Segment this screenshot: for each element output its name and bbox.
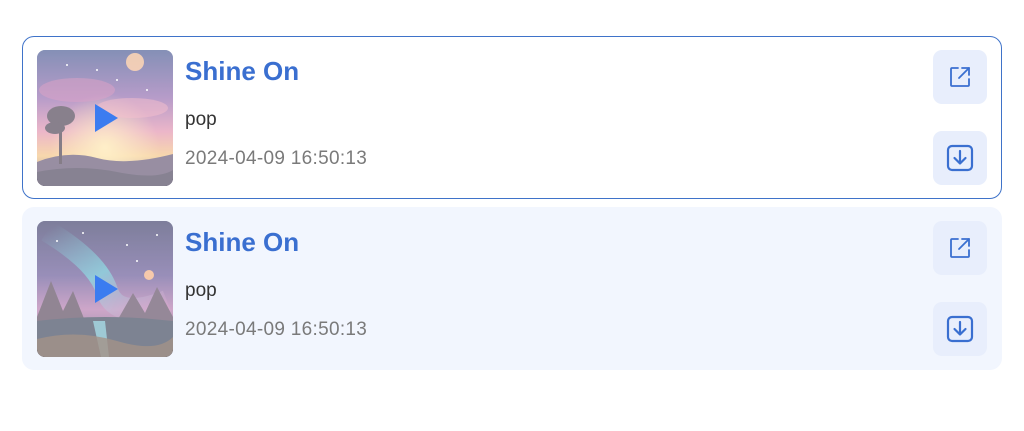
download-icon (946, 144, 974, 172)
song-card[interactable]: Shine On pop 2024-04-09 16:50:13 (22, 36, 1002, 199)
song-list: Shine On pop 2024-04-09 16:50:13 Shine O… (22, 36, 1002, 378)
download-button[interactable] (933, 131, 987, 185)
play-icon[interactable] (93, 103, 119, 133)
song-cover[interactable] (37, 50, 173, 186)
song-genre: pop (185, 280, 217, 301)
external-link-icon (950, 67, 970, 87)
song-date: 2024-04-09 16:50:13 (185, 319, 368, 340)
song-title[interactable]: Shine On (185, 226, 299, 258)
play-icon[interactable] (93, 274, 119, 304)
song-cover[interactable] (37, 221, 173, 357)
song-genre: pop (185, 109, 217, 130)
song-card[interactable]: Shine On pop 2024-04-09 16:50:13 (22, 207, 1002, 370)
song-date: 2024-04-09 16:50:13 (185, 148, 368, 169)
share-button[interactable] (933, 50, 987, 104)
download-button[interactable] (933, 302, 987, 356)
download-icon (946, 315, 974, 343)
share-button[interactable] (933, 221, 987, 275)
external-link-icon (950, 238, 970, 258)
song-title[interactable]: Shine On (185, 55, 299, 87)
